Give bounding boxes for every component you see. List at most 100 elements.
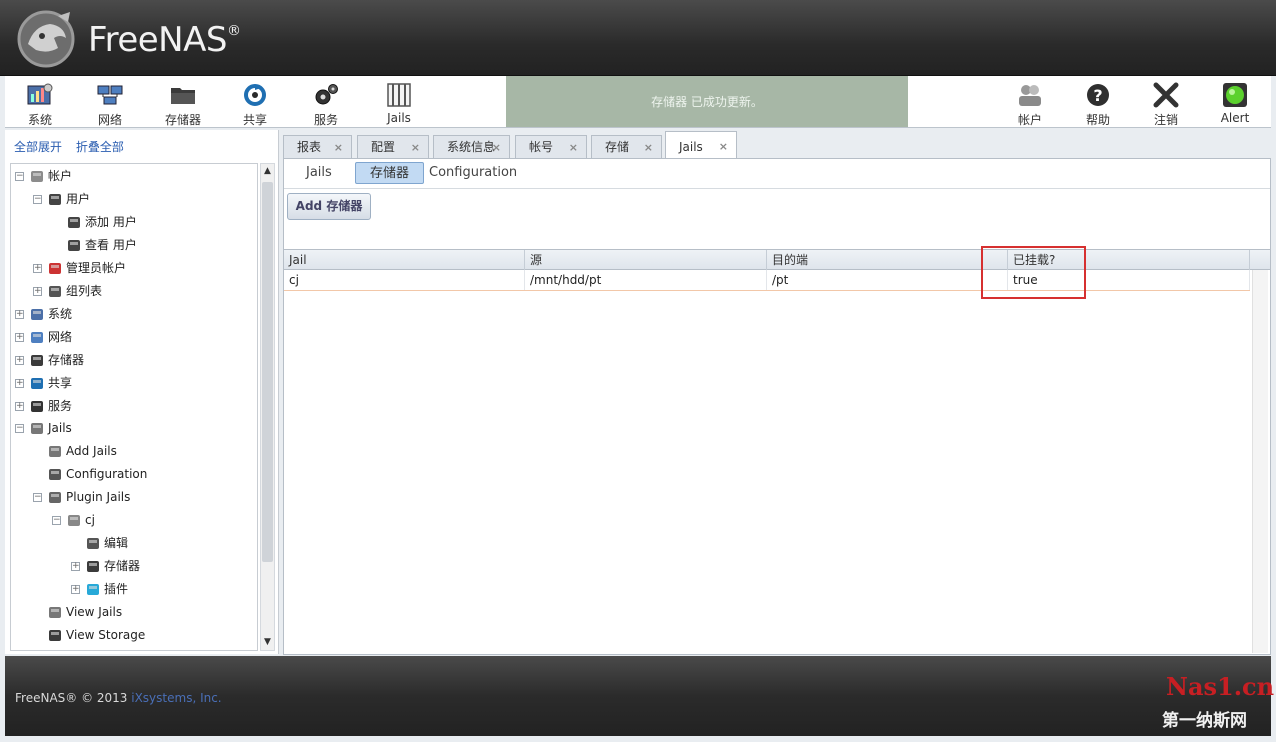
toolbar-storage-button[interactable]: 存储器 (153, 80, 213, 127)
tree-node[interactable]: + 网络 (15, 327, 72, 347)
brand-name: FreeNAS® (88, 20, 241, 60)
add-storage-button[interactable]: Add 存储器 (287, 193, 371, 220)
tree-node-label: 查看 用户 (85, 238, 137, 252)
tree-node-label: View Jails (66, 605, 123, 619)
column-header[interactable]: Jail (284, 250, 525, 270)
storage-icon (171, 88, 195, 104)
tree-node[interactable]: + 组列表 (33, 281, 102, 301)
tab-bar: 报表 × 配置 × 系统信息 × 帐号 × 存储 × Jails × (283, 130, 1271, 159)
company-link[interactable]: iXsystems, Inc. (131, 691, 221, 705)
toolbar-help-button[interactable]: ? 帮助 (1068, 80, 1128, 127)
tree-node[interactable]: View Storage (33, 625, 145, 645)
close-tab-icon[interactable]: × (411, 136, 420, 159)
tree-node[interactable]: − Plugin Jails (33, 487, 130, 507)
expand-toggle-icon[interactable]: + (15, 356, 24, 365)
scroll-up-icon[interactable]: ▲ (263, 167, 272, 176)
tree-node[interactable]: + 存储器 (15, 350, 84, 370)
expand-toggle-icon[interactable]: + (71, 562, 80, 571)
alert-icon (1223, 83, 1247, 107)
subtab-0[interactable]: Jails (292, 162, 346, 184)
tab-5[interactable]: Jails × (665, 131, 737, 159)
tab-3[interactable]: 帐号 × (515, 135, 587, 159)
tree-node-label: Add Jails (66, 444, 117, 458)
tree-node-label: 存储器 (104, 559, 141, 573)
tree-node[interactable]: 添加 用户 (52, 212, 137, 232)
tab-0[interactable]: 报表 × (283, 135, 352, 159)
table-cell: cj (284, 270, 525, 290)
tab-label: 报表 (297, 140, 322, 154)
tree-node[interactable]: 编辑 (71, 533, 128, 553)
toolbar-network-button[interactable]: 网络 (80, 80, 140, 127)
plugin-icon (85, 582, 101, 597)
expand-toggle-icon[interactable]: + (15, 333, 24, 342)
scroll-thumb[interactable] (262, 182, 273, 562)
tab-1[interactable]: 配置 × (357, 135, 429, 159)
status-message: 存储器 已成功更新。 (506, 76, 908, 127)
tree-node[interactable]: View Jails (33, 602, 122, 622)
jails-icon (29, 421, 45, 436)
column-header[interactable]: 目的端 (767, 250, 1008, 270)
tree-node[interactable]: − cj (52, 510, 95, 530)
toolbar-services-button[interactable]: 服务 (296, 80, 356, 127)
view-storage-icon (47, 628, 63, 643)
tree-node-label: 编辑 (104, 536, 129, 550)
tree-node[interactable]: − Jails (15, 418, 72, 438)
tree-node-label: 共享 (48, 376, 73, 390)
toolbar-sharing-button[interactable]: 共享 (225, 80, 285, 127)
footer-copyright: FreeNAS® © 2013 iXsystems, Inc. (15, 691, 222, 705)
close-tab-icon[interactable]: × (334, 136, 343, 159)
tree-node[interactable]: + 服务 (15, 396, 72, 416)
tree-node[interactable]: + 系统 (15, 304, 72, 324)
close-tab-icon[interactable]: × (492, 136, 501, 159)
system-icon (29, 307, 45, 322)
collapse-toggle-icon[interactable]: − (15, 424, 24, 433)
column-header[interactable]: 源 (525, 250, 767, 270)
subtab-1[interactable]: 存储器 (355, 162, 425, 184)
services-icon (29, 399, 45, 414)
expand-toggle-icon[interactable]: + (15, 379, 24, 388)
toolbar-logout-button[interactable]: 注销 (1136, 80, 1196, 127)
tab-4[interactable]: 存储 × (591, 135, 662, 159)
tree-node[interactable]: Add Jails (33, 441, 117, 461)
collapse-toggle-icon[interactable]: − (33, 195, 42, 204)
close-tab-icon[interactable]: × (569, 136, 578, 159)
expand-toggle-icon[interactable]: + (15, 402, 24, 411)
tree-node-label: 管理员帐户 (66, 261, 127, 275)
storage-icon (29, 353, 45, 368)
tree-node-label: Plugin Jails (66, 490, 131, 504)
close-tab-icon[interactable]: × (644, 136, 653, 159)
tab-label: 配置 (371, 140, 396, 154)
scroll-down-icon[interactable]: ▼ (263, 638, 272, 647)
grid-scrollbar[interactable] (1252, 270, 1268, 653)
tree-node[interactable]: + 插件 (71, 579, 128, 599)
collapse-toggle-icon[interactable]: − (52, 516, 61, 525)
tree-node[interactable]: + 共享 (15, 373, 72, 393)
tree-node[interactable]: 查看 用户 (52, 235, 137, 255)
expand-all-link[interactable]: 全部展开 (14, 140, 62, 154)
tab-label: 存储 (605, 140, 630, 154)
toolbar-jails-button[interactable]: Jails (369, 80, 429, 126)
toolbar-alert-button[interactable]: Alert (1205, 80, 1265, 126)
tree-node[interactable]: Configuration (33, 464, 147, 484)
toolbar-system-button[interactable]: 系统 (10, 80, 70, 127)
tree-node-label: 系统 (48, 307, 73, 321)
tab-2[interactable]: 系统信息 × (433, 135, 510, 159)
tree-node[interactable]: − 帐户 (15, 166, 72, 186)
expand-toggle-icon[interactable]: + (71, 585, 80, 594)
expand-toggle-icon[interactable]: + (33, 264, 42, 273)
main-content: 报表 × 配置 × 系统信息 × 帐号 × 存储 × Jails × Jails 存储器 Configur… (283, 130, 1271, 655)
toolbar-account-button[interactable]: 帐户 (1000, 80, 1060, 127)
table-row[interactable]: cj/mnt/hdd/pt/pt true (284, 270, 1250, 291)
tree-scrollbar[interactable]: ▲ ▼ (260, 163, 275, 651)
subtab-2[interactable]: Configuration (415, 162, 531, 184)
tree-node[interactable]: + 存储器 (71, 556, 140, 576)
tree-node-label: 插件 (104, 582, 129, 596)
collapse-toggle-icon[interactable]: − (15, 172, 24, 181)
tree-node[interactable]: − 用户 (33, 189, 90, 209)
expand-toggle-icon[interactable]: + (33, 287, 42, 296)
tree-node[interactable]: + 管理员帐户 (33, 258, 126, 278)
collapse-toggle-icon[interactable]: − (33, 493, 42, 502)
sharing-icon (244, 84, 266, 106)
collapse-all-link[interactable]: 折叠全部 (76, 140, 124, 154)
expand-toggle-icon[interactable]: + (15, 310, 24, 319)
